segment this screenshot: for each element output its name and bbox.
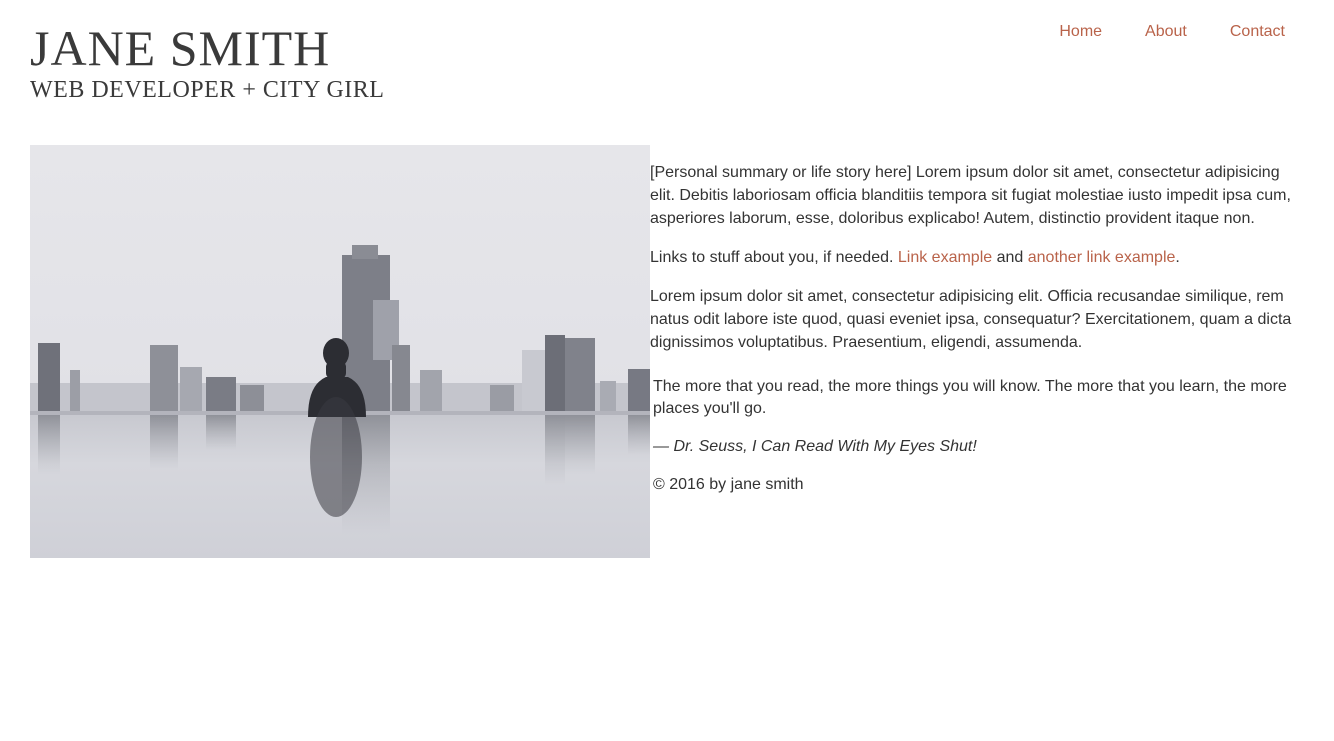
links-prefix: Links to stuff about you, if needed. xyxy=(650,249,898,266)
nav-link-home[interactable]: Home xyxy=(1059,21,1102,43)
another-link-example[interactable]: another link example xyxy=(1028,249,1176,266)
nav-link-about[interactable]: About xyxy=(1145,21,1187,43)
hero-photo xyxy=(30,145,650,558)
main-content: [Personal summary or life story here] Lo… xyxy=(650,161,1306,496)
site-tagline: WEB DEVELOPER + CITY GIRL xyxy=(30,77,385,103)
summary-paragraph: [Personal summary or life story here] Lo… xyxy=(650,164,1291,227)
nav-link-contact[interactable]: Contact xyxy=(1230,21,1285,43)
link-example[interactable]: Link example xyxy=(898,249,992,266)
links-paragraph: Links to stuff about you, if needed. Lin… xyxy=(650,246,1306,269)
quote-block: The more that you read, the more things … xyxy=(653,376,1306,458)
site-title: JANE SMITH xyxy=(30,20,331,76)
main-nav: Home About Contact xyxy=(1059,21,1285,43)
quote-attribution: — Dr. Seuss, I Can Read With My Eyes Shu… xyxy=(653,438,977,455)
links-middle: and xyxy=(992,249,1028,266)
copyright-text: © 2016 by jane smith xyxy=(653,476,804,493)
quote-text: The more that you read, the more things … xyxy=(653,378,1287,417)
site-header: JANE SMITH WEB DEVELOPER + CITY GIRL xyxy=(30,22,384,104)
lorem-paragraph: Lorem ipsum dolor sit amet, consectetur … xyxy=(650,288,1292,351)
links-suffix: . xyxy=(1175,249,1180,266)
